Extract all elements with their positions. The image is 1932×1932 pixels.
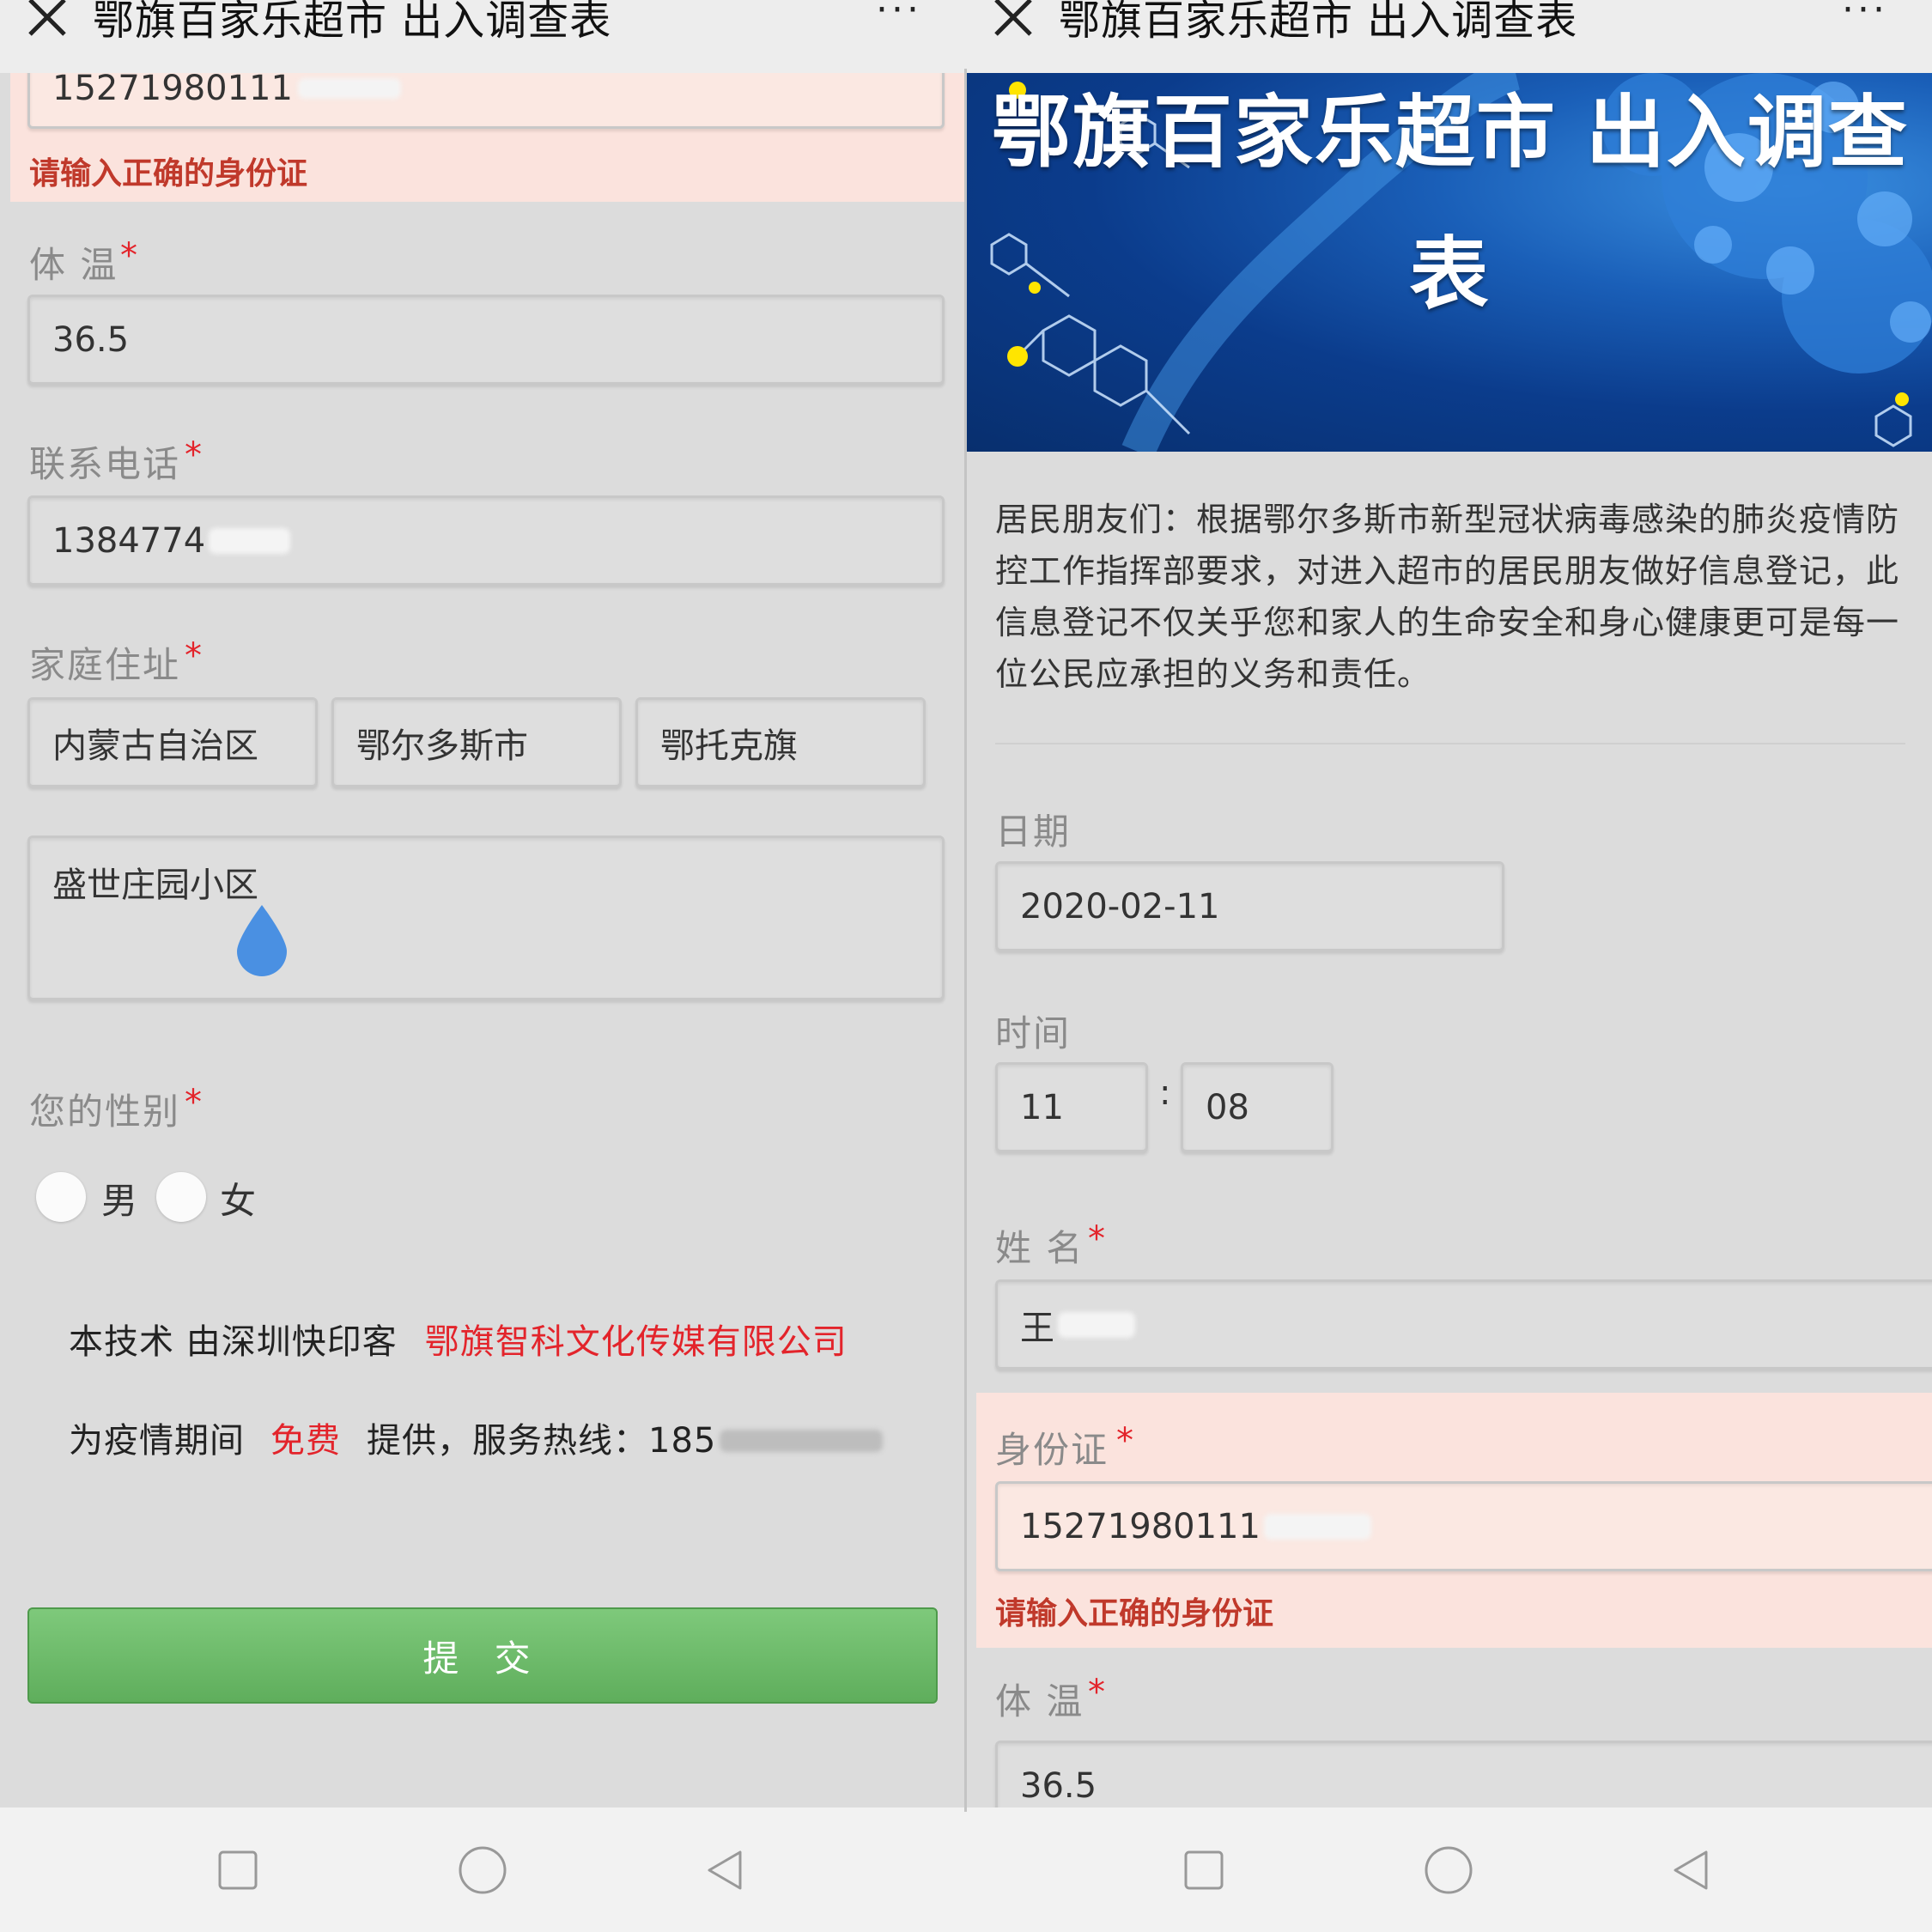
date-field[interactable]: 2020-02-11 — [995, 861, 1504, 951]
free-tag: 免费 — [270, 1421, 341, 1461]
header-banner: 鄂旗百家乐超市 出入调查 表 — [966, 73, 1932, 452]
time-label: 时间 — [995, 1012, 1072, 1054]
left-form-content: 15271980111 请输入正确的身份证 体 温 * 36.5 联系电话 * … — [0, 73, 966, 1807]
system-nav-bar — [0, 1807, 966, 1932]
title-bar: 鄂旗百家乐超市 出入调查表 ··· — [966, 0, 1932, 73]
required-star: * — [185, 435, 202, 475]
right-form-content: 鄂旗百家乐超市 出入调查 表 居民朋友们：根据鄂尔多斯市新型冠状病毒感染的肺炎疫… — [966, 73, 1932, 1807]
right-screen: 鄂旗百家乐超市 出入调查 表 居民朋友们：根据鄂尔多斯市新型冠状病毒感染的肺炎疫… — [966, 0, 1932, 1932]
system-nav-bar — [966, 1807, 1932, 1932]
id-card-field[interactable]: 15271980111 — [995, 1481, 1932, 1571]
id-card-label: 身份证 — [995, 1429, 1109, 1471]
banner-title-line-1: 鄂旗百家乐超市 出入调查 — [992, 87, 1910, 179]
credit-line-1: 本技术 由深圳快印客 鄂旗智科文化传媒有限公司 — [69, 1322, 848, 1362]
radio-female-label[interactable]: 女 — [220, 1172, 256, 1224]
redacted-mask — [1058, 1311, 1135, 1338]
radio-male-label[interactable]: 男 — [101, 1172, 137, 1224]
time-hour-field[interactable]: 11 — [995, 1062, 1148, 1152]
id-card-field[interactable]: 15271980111 — [27, 73, 945, 129]
required-star: * — [185, 636, 202, 676]
address-label: 家庭住址 — [29, 644, 181, 686]
close-icon[interactable] — [987, 0, 1039, 46]
phone-field[interactable]: 1384774 — [27, 495, 945, 586]
more-icon[interactable]: ··· — [876, 0, 922, 32]
drop-cursor-icon[interactable] — [234, 902, 290, 979]
temperature-label: 体 温 — [995, 1680, 1084, 1722]
radio-female[interactable] — [156, 1172, 206, 1222]
required-star: * — [1088, 1219, 1105, 1259]
nav-back-icon[interactable] — [1670, 1849, 1713, 1892]
temperature-field[interactable]: 36.5 — [995, 1741, 1932, 1807]
province-select[interactable]: 内蒙古自治区 — [27, 697, 318, 787]
required-star: * — [120, 236, 137, 276]
section-divider — [995, 743, 1905, 744]
redacted-mask — [297, 77, 401, 99]
more-icon[interactable]: ··· — [1842, 0, 1888, 32]
id-error-text: 请输入正确的身份证 — [995, 1596, 1274, 1631]
nav-square-icon[interactable] — [216, 1849, 259, 1892]
date-label: 日期 — [995, 811, 1072, 853]
required-star: * — [1116, 1421, 1133, 1461]
name-label: 姓 名 — [995, 1227, 1084, 1269]
nav-circle-icon[interactable] — [457, 1844, 508, 1896]
required-star: * — [1088, 1673, 1105, 1712]
temperature-label: 体 温 — [29, 244, 118, 286]
page-title: 鄂旗百家乐超市 出入调查表 — [1059, 0, 1578, 45]
intro-paragraph: 居民朋友们：根据鄂尔多斯市新型冠状病毒感染的肺炎疫情防控工作指挥部要求，对进入超… — [995, 501, 1900, 693]
gender-label: 您的性别 — [29, 1091, 181, 1133]
required-star: * — [185, 1083, 202, 1122]
id-card-value: 15271980111 — [52, 73, 293, 108]
page-title: 鄂旗百家乐超市 出入调查表 — [93, 0, 612, 45]
temperature-field[interactable]: 36.5 — [27, 295, 945, 385]
submit-button[interactable]: 提 交 — [27, 1607, 938, 1704]
name-field[interactable]: 王 — [995, 1279, 1932, 1370]
city-select[interactable]: 鄂尔多斯市 — [331, 697, 622, 787]
nav-back-icon[interactable] — [704, 1849, 747, 1892]
redacted-mask — [720, 1430, 884, 1452]
redacted-mask — [209, 527, 291, 554]
title-bar: 鄂旗百家乐超市 出入调查表 ··· — [0, 0, 966, 73]
redacted-mask — [1263, 1513, 1371, 1540]
address-detail-textarea[interactable]: 盛世庄园小区 — [27, 835, 945, 1000]
nav-circle-icon[interactable] — [1423, 1844, 1474, 1896]
close-icon[interactable] — [21, 0, 73, 46]
nav-square-icon[interactable] — [1182, 1849, 1225, 1892]
phone-label: 联系电话 — [29, 443, 181, 485]
credit-line-2: 为疫情期间 免费 提供，服务热线：185 — [69, 1413, 884, 1462]
company-link[interactable]: 鄂旗智科文化传媒有限公司 — [425, 1322, 848, 1362]
time-minute-field[interactable]: 08 — [1181, 1062, 1334, 1152]
left-screen: 15271980111 请输入正确的身份证 体 温 * 36.5 联系电话 * … — [0, 0, 966, 1932]
banner-title-line-2: 表 — [1409, 228, 1489, 320]
time-separator: : — [1159, 1073, 1171, 1113]
radio-male[interactable] — [36, 1172, 86, 1222]
district-select[interactable]: 鄂托克旗 — [635, 697, 926, 787]
id-error-text: 请输入正确的身份证 — [29, 156, 308, 191]
panel-divider — [964, 69, 967, 1812]
